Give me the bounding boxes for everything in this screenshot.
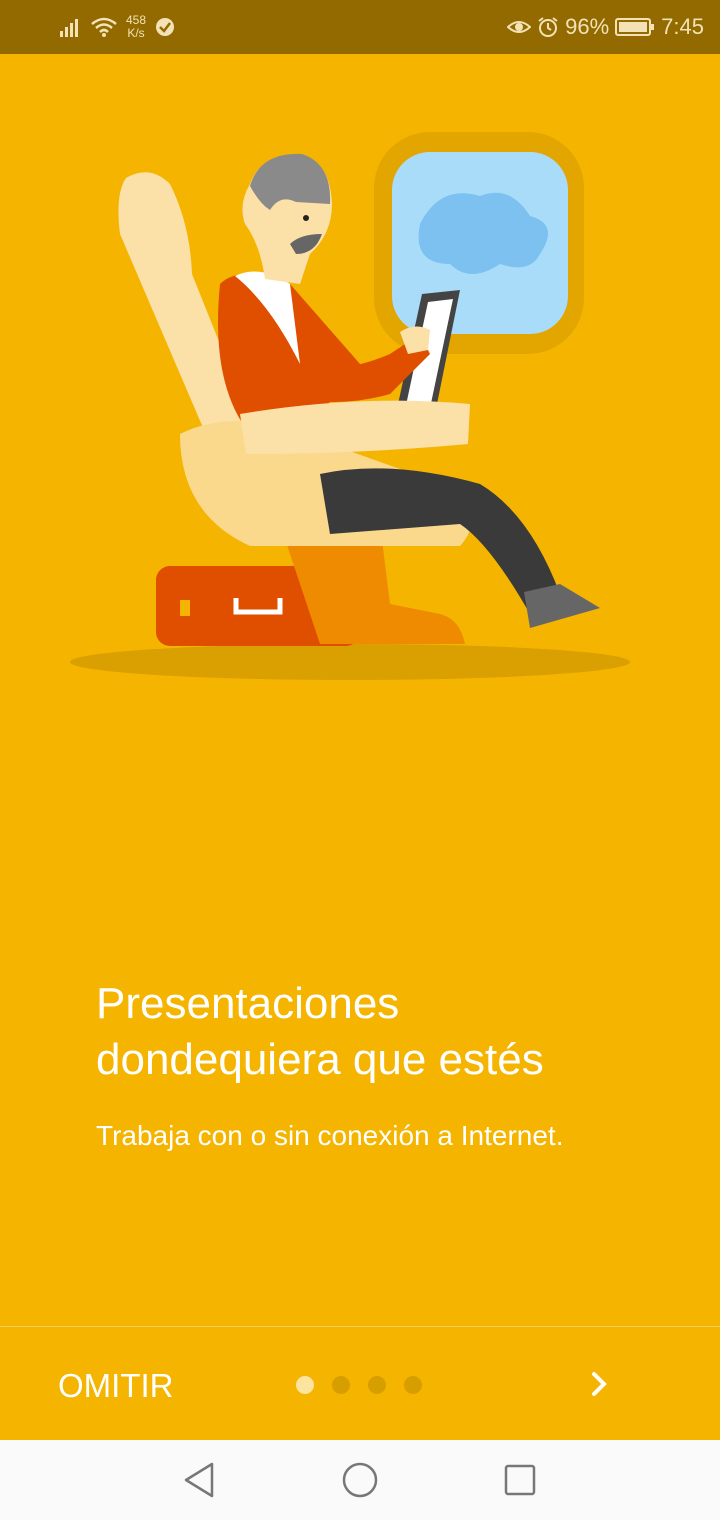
back-button[interactable] <box>178 1458 222 1502</box>
status-bar: 458 K/s 96% 7:45 <box>0 0 720 54</box>
title-line-1: Presentaciones <box>96 979 400 1028</box>
recents-button[interactable] <box>498 1458 542 1502</box>
passenger-shoe <box>524 584 600 628</box>
title-line-2: dondequiera que estés <box>96 1035 544 1084</box>
airplane-passenger-illustration <box>70 132 630 680</box>
page-dot-4[interactable] <box>404 1376 422 1394</box>
clock: 7:45 <box>661 14 704 39</box>
onboarding-page: Presentaciones dondequiera que estés Tra… <box>0 54 720 1440</box>
battery-icon <box>615 18 655 36</box>
alarm-icon <box>538 17 558 37</box>
page-title: Presentaciones dondequiera que estés <box>96 976 656 1088</box>
page-dot-2[interactable] <box>332 1376 350 1394</box>
chevron-right-icon <box>592 1372 607 1396</box>
status-right: 96% 7:45 <box>507 10 704 44</box>
page-indicator <box>296 1376 422 1394</box>
next-button[interactable] <box>578 1356 622 1412</box>
page-subtitle: Trabaja con o sin conexión a Internet. <box>96 1120 564 1151</box>
passenger-eye <box>303 215 309 221</box>
net-speed-unit: K/s <box>127 26 145 40</box>
suitcase-tag <box>180 600 190 616</box>
bottom-divider <box>0 1326 720 1327</box>
status-left: 458 K/s <box>58 10 176 44</box>
floor-shadow <box>70 644 630 680</box>
battery-percent: 96% <box>565 14 610 39</box>
page-dot-1[interactable] <box>296 1376 314 1394</box>
signal-icon <box>60 19 78 37</box>
eye-icon <box>507 21 532 33</box>
home-button[interactable] <box>338 1458 382 1502</box>
check-circle-icon <box>156 18 175 36</box>
page-dot-3[interactable] <box>368 1376 386 1394</box>
home-icon <box>342 1462 378 1498</box>
wifi-icon <box>91 17 117 37</box>
skip-button[interactable]: OMITIR <box>58 1362 173 1410</box>
recents-icon <box>504 1464 536 1496</box>
navigation-bar <box>0 1440 720 1520</box>
back-icon <box>184 1462 214 1498</box>
net-speed: 458 K/s <box>126 14 146 40</box>
